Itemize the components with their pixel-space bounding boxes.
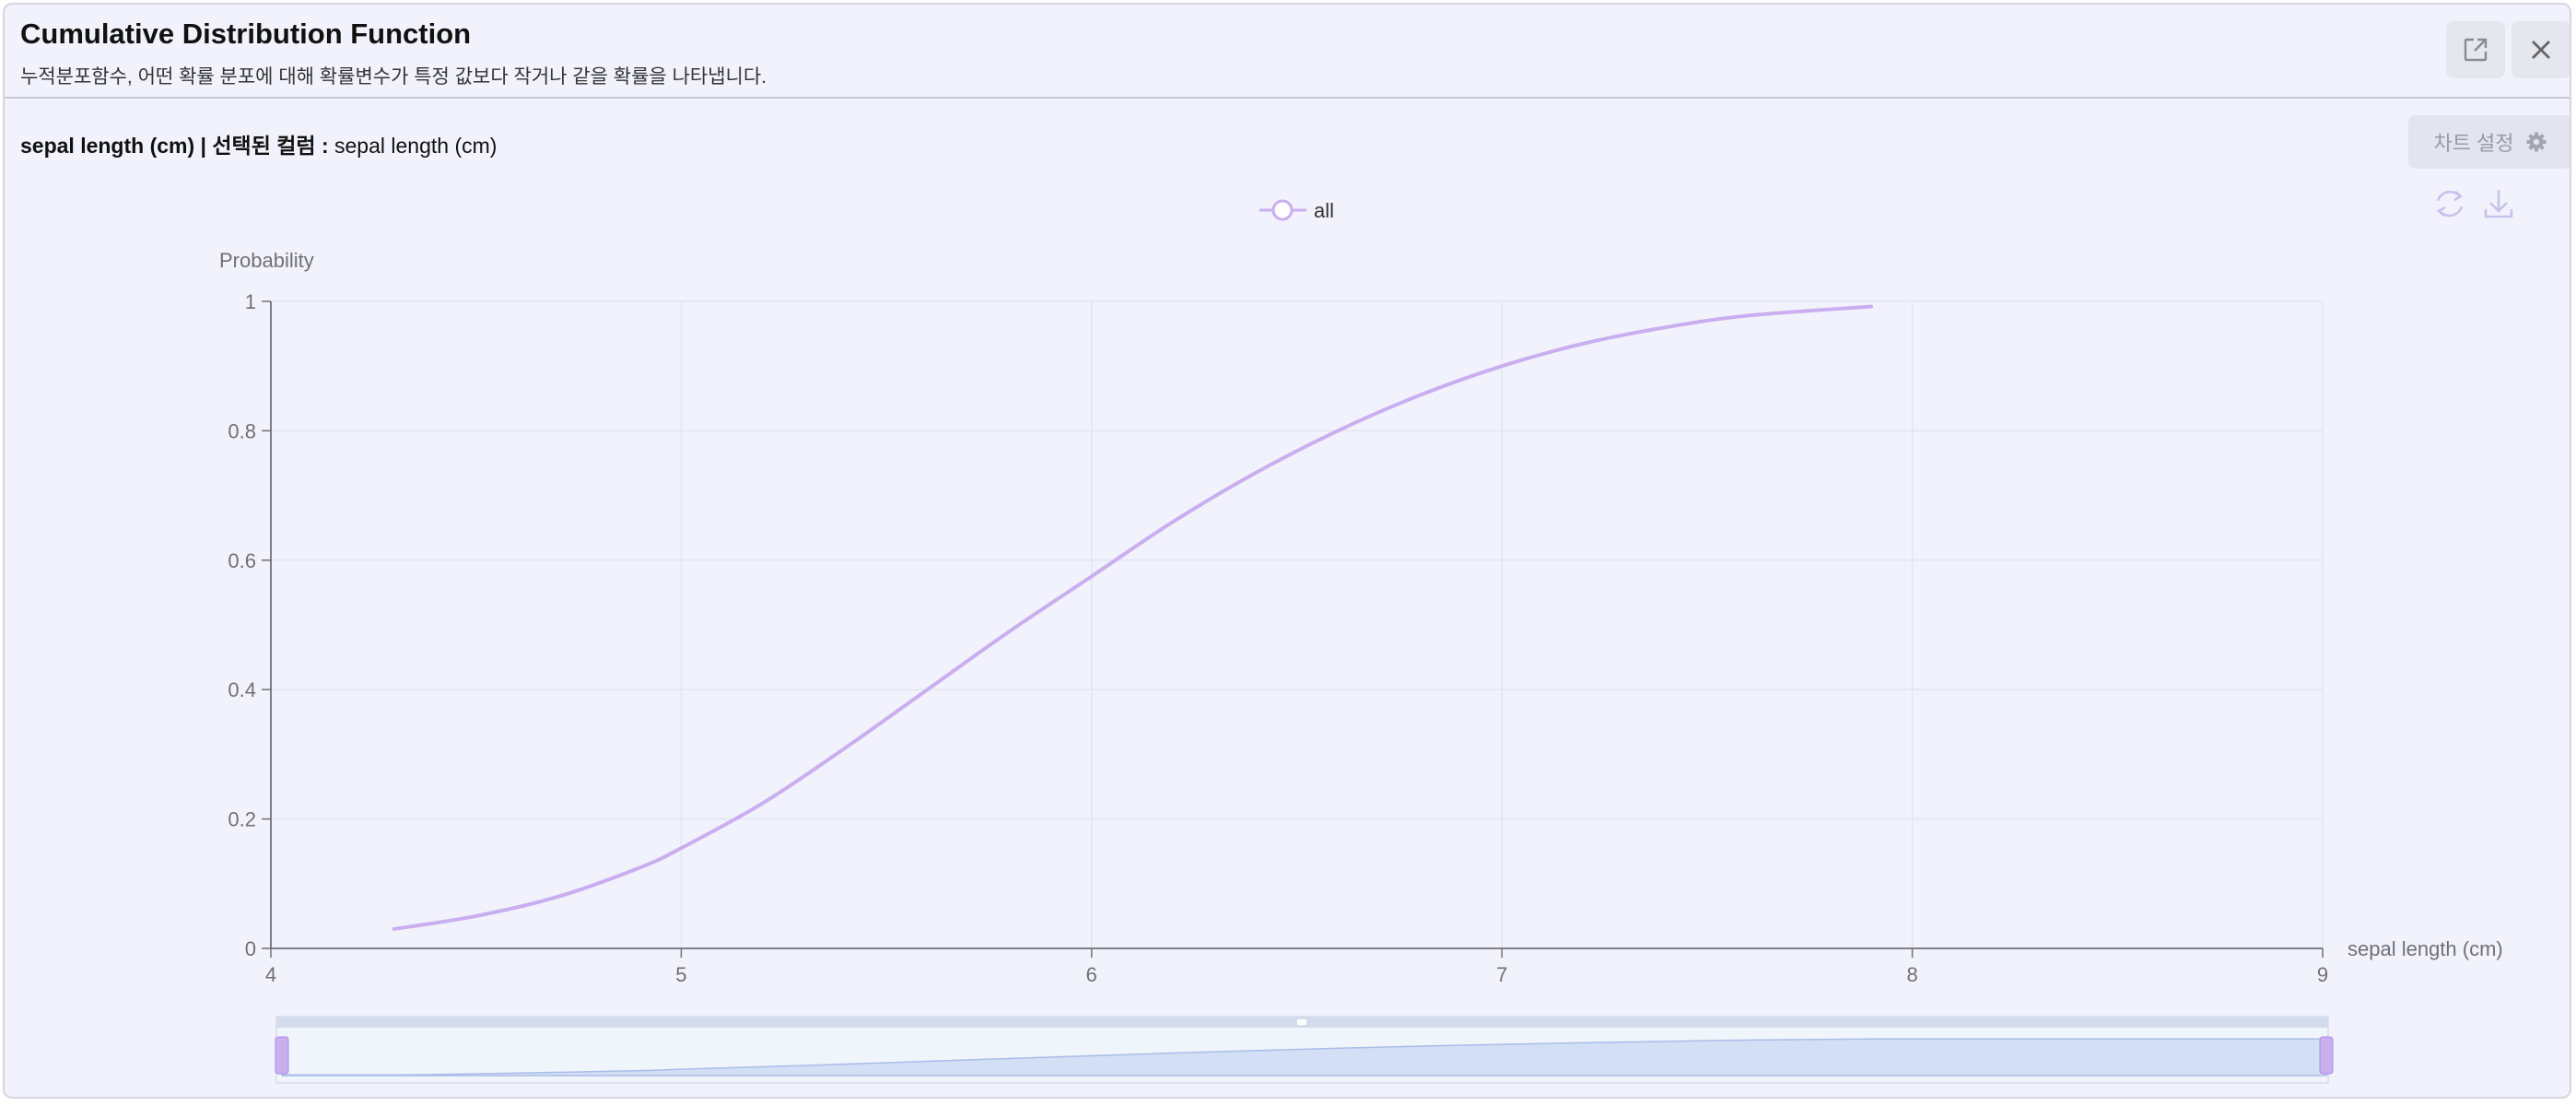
legend[interactable]: all [1259,199,1334,222]
x-tick-label: 9 [2317,963,2328,986]
y-tick-label: 0.6 [228,549,256,572]
series-line-all [392,304,1874,931]
cdf-chart: 0 0.2 0.4 0.6 0.8 1 4 5 6 7 8 9 all Probability sep… [219,190,2513,1084]
y-tick-label: 0.4 [228,678,256,701]
chart-grid [271,300,2324,948]
x-tick-label: 7 [1496,963,1507,986]
data-zoom-slider[interactable] [275,1016,2334,1084]
refresh-icon[interactable] [2436,190,2464,218]
zoom-handle-right[interactable] [2319,1036,2334,1075]
legend-circle-swatch [1271,199,1294,221]
zoom-move-handle-grip [1297,1019,1306,1025]
x-tick-label: 4 [265,963,276,986]
chart-panel: Cumulative Distribution Function 누적분포함수,… [3,3,2571,1099]
x-tick-label: 5 [675,963,686,986]
zoom-handle-left[interactable] [275,1036,289,1075]
chart-axes: 0 0.2 0.4 0.6 0.8 1 4 5 6 7 8 9 [228,290,2328,986]
legend-label-all: all [1314,199,1334,222]
download-icon[interactable] [2484,190,2513,218]
y-tick-label: 0.8 [228,419,256,442]
y-tick-label: 1 [245,290,256,313]
x-tick-label: 6 [1086,963,1097,986]
y-tick-label: 0.2 [228,808,256,831]
y-tick-label: 0 [245,937,256,960]
chart-series [392,304,1874,931]
y-axis-title: Probability [219,249,314,272]
x-axis-title: sepal length (cm) [2348,937,2503,960]
x-tick-label: 8 [1906,963,1917,986]
